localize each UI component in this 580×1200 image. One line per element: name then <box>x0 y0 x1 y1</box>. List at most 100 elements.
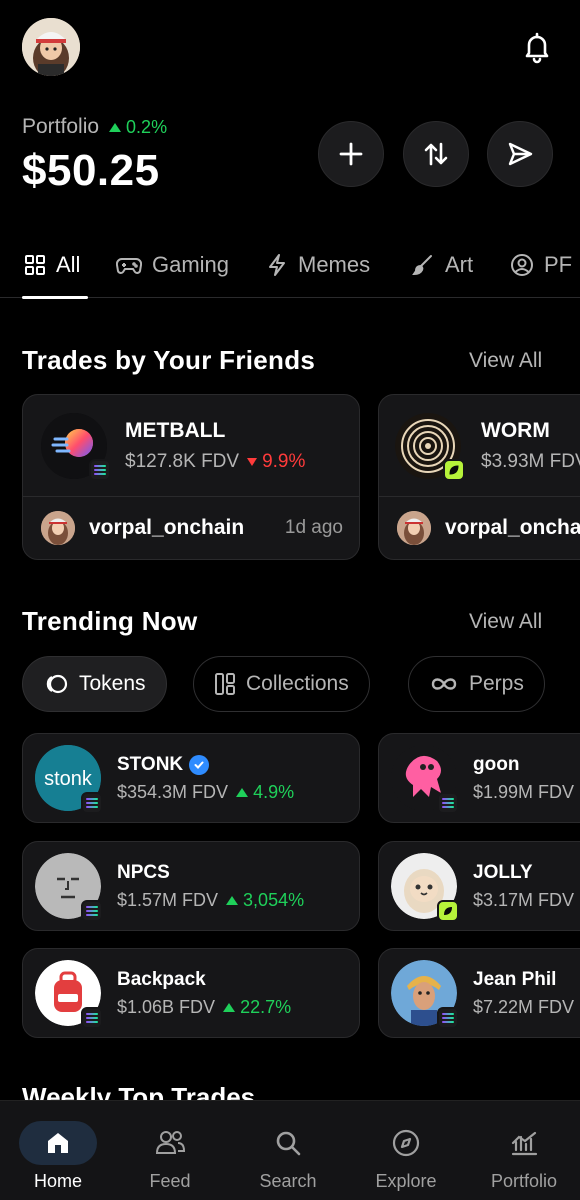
price-change-down: 9.9% <box>247 451 305 473</box>
notifications-bell-icon[interactable] <box>520 30 554 64</box>
tab-gaming[interactable]: Gaming <box>116 252 229 278</box>
grid-icon <box>25 255 45 275</box>
token-fdv: $3.17M FDV <box>473 890 575 910</box>
solana-chain-icon <box>81 900 103 922</box>
send-icon <box>508 142 533 166</box>
add-button[interactable] <box>318 121 384 187</box>
arrow-up-icon <box>223 1003 236 1012</box>
tab-all[interactable]: All <box>24 252 80 278</box>
friend-avatar <box>41 511 75 545</box>
coins-icon <box>46 674 68 694</box>
chip-collections[interactable]: Collections <box>193 656 370 712</box>
nav-portfolio-label: Portfolio <box>490 1171 558 1191</box>
arrow-up-icon <box>109 122 122 132</box>
solana-chain-icon <box>437 792 459 814</box>
svg-text:stonk: stonk <box>44 768 93 790</box>
tab-art[interactable]: Art <box>411 252 473 278</box>
nav-search-label: Search <box>259 1171 317 1191</box>
nav-search[interactable]: Search <box>230 1101 346 1200</box>
trending-view-all-link[interactable]: View All <box>469 610 542 634</box>
tab-memes[interactable]: Memes <box>266 252 370 278</box>
friend-trade-token-name: METBALL <box>125 419 226 442</box>
lightning-icon <box>269 254 285 276</box>
token-meta: $1.06B FDV 22.7% <box>117 997 291 1018</box>
chip-collections-label: Collections <box>246 672 349 695</box>
friend-username: vorpal_onchain <box>89 516 245 539</box>
portfolio-change-value: 0.2% <box>126 116 168 137</box>
nav-feed[interactable]: Feed <box>112 1101 228 1200</box>
tab-all-label: All <box>56 252 81 277</box>
solana-chain-icon <box>81 1007 103 1029</box>
token-name: JOLLY <box>473 862 533 883</box>
arrow-up-icon <box>226 896 239 905</box>
trade-time: 1d ago <box>284 517 343 538</box>
solana-chain-icon <box>437 1007 459 1029</box>
price-change-up: 22.7% <box>223 997 291 1018</box>
token-meta: $1.99M FDV <box>473 782 574 803</box>
price-change-up: 3,054% <box>226 890 304 911</box>
trending-section-title: Trending Now <box>22 606 198 636</box>
tab-art-label: Art <box>445 252 474 277</box>
friend-trade-token-name: WORM <box>481 419 550 442</box>
nav-feed-label: Feed <box>149 1171 191 1191</box>
friend-trade-card[interactable]: WORM $3.93M FDV vorpal_onchain <box>378 394 580 560</box>
trending-token-card[interactable]: NPCS $1.57M FDV 3,054% <box>22 841 360 931</box>
token-name: NPCS <box>117 862 170 883</box>
price-change-value: 22.7% <box>240 997 292 1017</box>
chart-icon <box>485 1121 563 1165</box>
bottom-navigation: Home Feed Search Explore Portfolio <box>0 1100 580 1200</box>
nav-explore[interactable]: Explore <box>348 1101 464 1200</box>
solana-chain-icon <box>89 459 111 481</box>
token-fdv: $354.3M FDV <box>117 782 229 802</box>
tab-memes-label: Memes <box>298 252 371 277</box>
token-name: goon <box>473 754 520 775</box>
search-icon <box>249 1121 327 1165</box>
trending-token-card[interactable]: Jean Phil $7.22M FDV <box>378 948 580 1038</box>
friend-username: vorpal_onchain <box>445 516 580 539</box>
send-button[interactable] <box>487 121 553 187</box>
chip-tokens[interactable]: Tokens <box>22 656 167 712</box>
chip-perps[interactable]: Perps <box>408 656 545 712</box>
trending-token-card[interactable]: stonk STONK $354.3M FDV 4.9% <box>22 733 360 823</box>
token-meta: $1.57M FDV 3,054% <box>117 890 304 911</box>
friends-section-title: Trades by Your Friends <box>22 345 316 375</box>
token-fdv: $1.06B FDV <box>117 997 216 1017</box>
friend-trade-token-row: WORM $3.93M FDV <box>379 395 580 497</box>
token-name: Backpack <box>117 969 206 990</box>
compass-icon <box>367 1121 445 1165</box>
price-change-value: 4.9% <box>253 782 295 802</box>
swap-arrows-icon <box>424 142 448 166</box>
gamepad-icon <box>116 258 142 274</box>
token-fdv: $3.93M FDV <box>481 451 580 472</box>
category-tabs: All Gaming Memes Art PF <box>0 240 580 299</box>
tab-pf-label: PF <box>544 252 573 277</box>
leaf-badge-icon <box>443 459 465 481</box>
token-meta: $354.3M FDV 4.9% <box>117 782 294 803</box>
nav-portfolio[interactable]: Portfolio <box>466 1101 580 1200</box>
tab-pf[interactable]: PF <box>510 252 572 278</box>
swap-button[interactable] <box>403 121 469 187</box>
friend-trade-card[interactable]: METBALL $127.8K FDV 9.9% vorpal_onchain … <box>22 394 360 560</box>
trending-token-card[interactable]: Backpack $1.06B FDV 22.7% <box>22 948 360 1038</box>
profile-avatar[interactable] <box>22 18 80 76</box>
friend-user: vorpal_onchain <box>397 511 580 545</box>
token-meta: $3.17M FDV <box>473 890 574 911</box>
price-change-value: 3,054% <box>243 890 305 910</box>
nav-home[interactable]: Home <box>0 1101 116 1200</box>
trending-token-card[interactable]: JOLLY $3.17M FDV <box>378 841 580 931</box>
friend-trade-token-row: METBALL $127.8K FDV 9.9% <box>23 395 359 497</box>
trending-token-card[interactable]: goon $1.99M FDV <box>378 733 580 823</box>
token-fdv: $7.22M FDV <box>473 997 575 1017</box>
profile-icon <box>511 254 533 276</box>
arrow-up-icon <box>236 788 249 797</box>
friend-trade-token-meta: $127.8K FDV 9.9% <box>125 451 305 473</box>
plus-icon <box>339 142 363 166</box>
token-name: STONK <box>117 754 210 776</box>
friend-user: vorpal_onchain <box>41 511 244 545</box>
friends-view-all-link[interactable]: View All <box>469 349 542 373</box>
nav-explore-label: Explore <box>375 1171 437 1191</box>
chip-perps-label: Perps <box>469 672 524 695</box>
portfolio-balance: $50.25 <box>22 146 160 195</box>
token-fdv: $1.99M FDV <box>473 782 575 802</box>
tab-gaming-label: Gaming <box>152 252 230 277</box>
